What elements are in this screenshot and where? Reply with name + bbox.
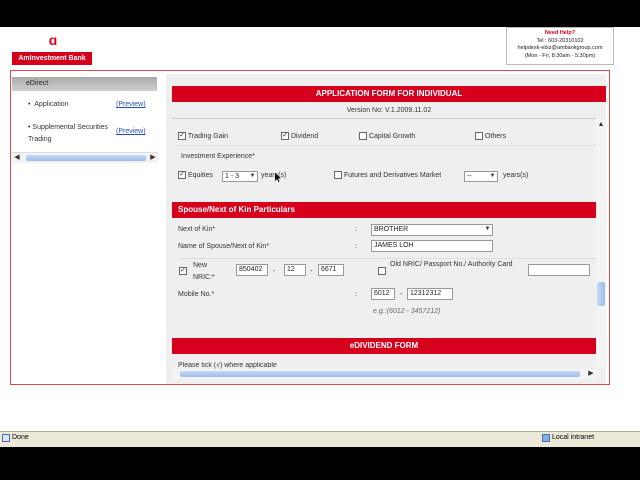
select-value: BROTHER bbox=[374, 226, 409, 233]
new-nric-part3-input[interactable]: 6671 bbox=[318, 264, 344, 276]
next-of-kin-label: Next of Kin* bbox=[178, 226, 215, 233]
form-horizontal-scrollbar[interactable]: ▶ bbox=[172, 369, 598, 379]
help-tel: Tel : 603-20310102 bbox=[536, 37, 584, 44]
investment-experience-label: Investment Experience* bbox=[181, 153, 255, 160]
sidebar-item-label: Application bbox=[34, 101, 69, 108]
preview-link-application[interactable]: (Preview) bbox=[116, 101, 146, 108]
objective-label: Dividend bbox=[290, 132, 319, 140]
scroll-right-icon[interactable]: ▶ bbox=[148, 153, 158, 163]
checkbox-trading-gain[interactable]: ✓ bbox=[178, 132, 186, 140]
kin-name-input[interactable]: JAMES LOH bbox=[371, 240, 493, 252]
dash-separator: - bbox=[400, 291, 403, 298]
bank-logo-name: AmInvestment Bank bbox=[12, 52, 92, 65]
equities-label: Equities bbox=[187, 171, 213, 179]
checkbox-futures[interactable] bbox=[334, 171, 342, 179]
security-zone-text: Local intranet bbox=[552, 434, 595, 441]
scrollbar-thumb[interactable] bbox=[26, 155, 146, 161]
checkbox-old-nric[interactable] bbox=[378, 267, 386, 275]
scrollbar-thumb[interactable] bbox=[597, 282, 605, 306]
help-box: Need Help? Tel : 603-20310102 helpdesk-e… bbox=[506, 27, 614, 65]
objective-label: Others bbox=[484, 132, 506, 140]
divider bbox=[178, 258, 598, 259]
dash-separator: - bbox=[273, 268, 276, 275]
futures-years-select[interactable]: -- ▼ bbox=[464, 171, 498, 182]
colon: : bbox=[355, 291, 357, 298]
equities-years-unit: years(s) bbox=[261, 172, 287, 179]
new-nric-label: New NRIC:* bbox=[193, 262, 215, 281]
help-hours: (Mon - Fri, 8:30am - 5:30pm) bbox=[524, 52, 596, 59]
edividend-note: Please tick (√) where applicable bbox=[178, 362, 277, 369]
form-vertical-scrollbar[interactable]: ▲ bbox=[596, 118, 606, 368]
new-nric-part2-input[interactable]: 12 bbox=[284, 264, 306, 276]
sidebar-item-label: Supplemental Securities Trading bbox=[28, 124, 108, 143]
scrollbar-thumb[interactable] bbox=[180, 371, 580, 377]
kin-section-header: Spouse/Next of Kin Particulars bbox=[172, 202, 596, 218]
mouse-cursor-icon bbox=[275, 173, 281, 182]
old-nric-input[interactable] bbox=[528, 264, 590, 276]
old-nric-label: Old NRIC/ Passport No./ Authority Card bbox=[390, 261, 513, 268]
objective-others[interactable]: Others bbox=[475, 132, 506, 140]
edividend-section-header: eDIVIDEND FORM bbox=[172, 338, 596, 354]
sidebar-header: eDirect bbox=[12, 77, 157, 91]
dash-separator: - bbox=[310, 268, 313, 275]
mobile-prefix-input[interactable]: 6012 bbox=[371, 288, 395, 300]
checkbox-others[interactable] bbox=[475, 132, 483, 140]
objective-trading-gain[interactable]: ✓ Trading Gain bbox=[178, 132, 228, 140]
bank-logo-icon: ɑ bbox=[48, 32, 58, 48]
chevron-down-icon[interactable]: ▼ bbox=[488, 172, 497, 181]
checkbox-capital-growth[interactable] bbox=[359, 132, 367, 140]
checkbox-equities[interactable]: ✓ bbox=[178, 171, 186, 179]
next-of-kin-select[interactable]: BROTHER ▼ bbox=[371, 224, 493, 236]
objective-dividend[interactable]: ✓ Dividend bbox=[281, 132, 318, 140]
mobile-label: Mobile No.* bbox=[178, 291, 215, 298]
futures-label: Futures and Derivatives Market bbox=[343, 171, 442, 179]
mobile-number-input[interactable]: 12312312 bbox=[407, 288, 453, 300]
checkbox-new-nric[interactable]: ✓ bbox=[179, 267, 187, 275]
divider bbox=[172, 118, 598, 119]
futures-option[interactable]: Futures and Derivatives Market bbox=[334, 171, 441, 179]
help-email[interactable]: helpdesk-ebiz@ambankgroup.com bbox=[507, 45, 613, 53]
page-icon bbox=[2, 434, 10, 442]
futures-years-unit: years(s) bbox=[503, 172, 529, 179]
status-text: Done bbox=[12, 434, 29, 441]
new-nric-part1-input[interactable]: 850402 bbox=[236, 264, 268, 276]
sidebar-item-supplemental[interactable]: • Supplemental Securities Trading bbox=[28, 122, 108, 146]
scroll-right-icon[interactable]: ▶ bbox=[586, 369, 596, 379]
scroll-left-icon[interactable]: ◀ bbox=[12, 153, 22, 163]
sidebar-horizontal-scrollbar[interactable]: ◀ ▶ bbox=[12, 152, 158, 163]
chevron-down-icon[interactable]: ▼ bbox=[483, 225, 492, 234]
select-value: -- bbox=[467, 173, 472, 180]
form-title: APPLICATION FORM FOR INDIVIDUAL bbox=[172, 86, 606, 102]
intranet-zone-icon bbox=[542, 434, 550, 442]
equities-option[interactable]: ✓ Equities bbox=[178, 171, 213, 179]
form-version: Version No: V.1.2009.11.02 bbox=[346, 107, 432, 114]
help-title: Need Help? bbox=[544, 30, 576, 36]
window-bottom-strip bbox=[0, 447, 640, 480]
sidebar-item-application[interactable]: • Application bbox=[28, 101, 69, 108]
objective-label: Capital Growth bbox=[368, 132, 416, 140]
colon: : bbox=[355, 226, 357, 233]
checkbox-dividend[interactable]: ✓ bbox=[281, 132, 289, 140]
objective-label: Trading Gain bbox=[187, 132, 229, 140]
mobile-hint: e.g.:(6012 - 3457212) bbox=[373, 308, 441, 315]
preview-link-supplemental[interactable]: (Preview) bbox=[116, 128, 146, 135]
kin-name-label: Name of Spouse/Next of Kin* bbox=[178, 243, 270, 250]
objective-capital-growth[interactable]: Capital Growth bbox=[359, 132, 415, 140]
divider bbox=[176, 145, 596, 146]
chevron-down-icon[interactable]: ▼ bbox=[248, 172, 257, 181]
scroll-up-icon[interactable]: ▲ bbox=[596, 120, 606, 130]
select-value: 1 - 3 bbox=[225, 173, 240, 180]
colon: : bbox=[355, 243, 357, 250]
window-top-strip bbox=[0, 0, 640, 27]
equities-years-select[interactable]: 1 - 3 ▼ bbox=[222, 171, 258, 182]
